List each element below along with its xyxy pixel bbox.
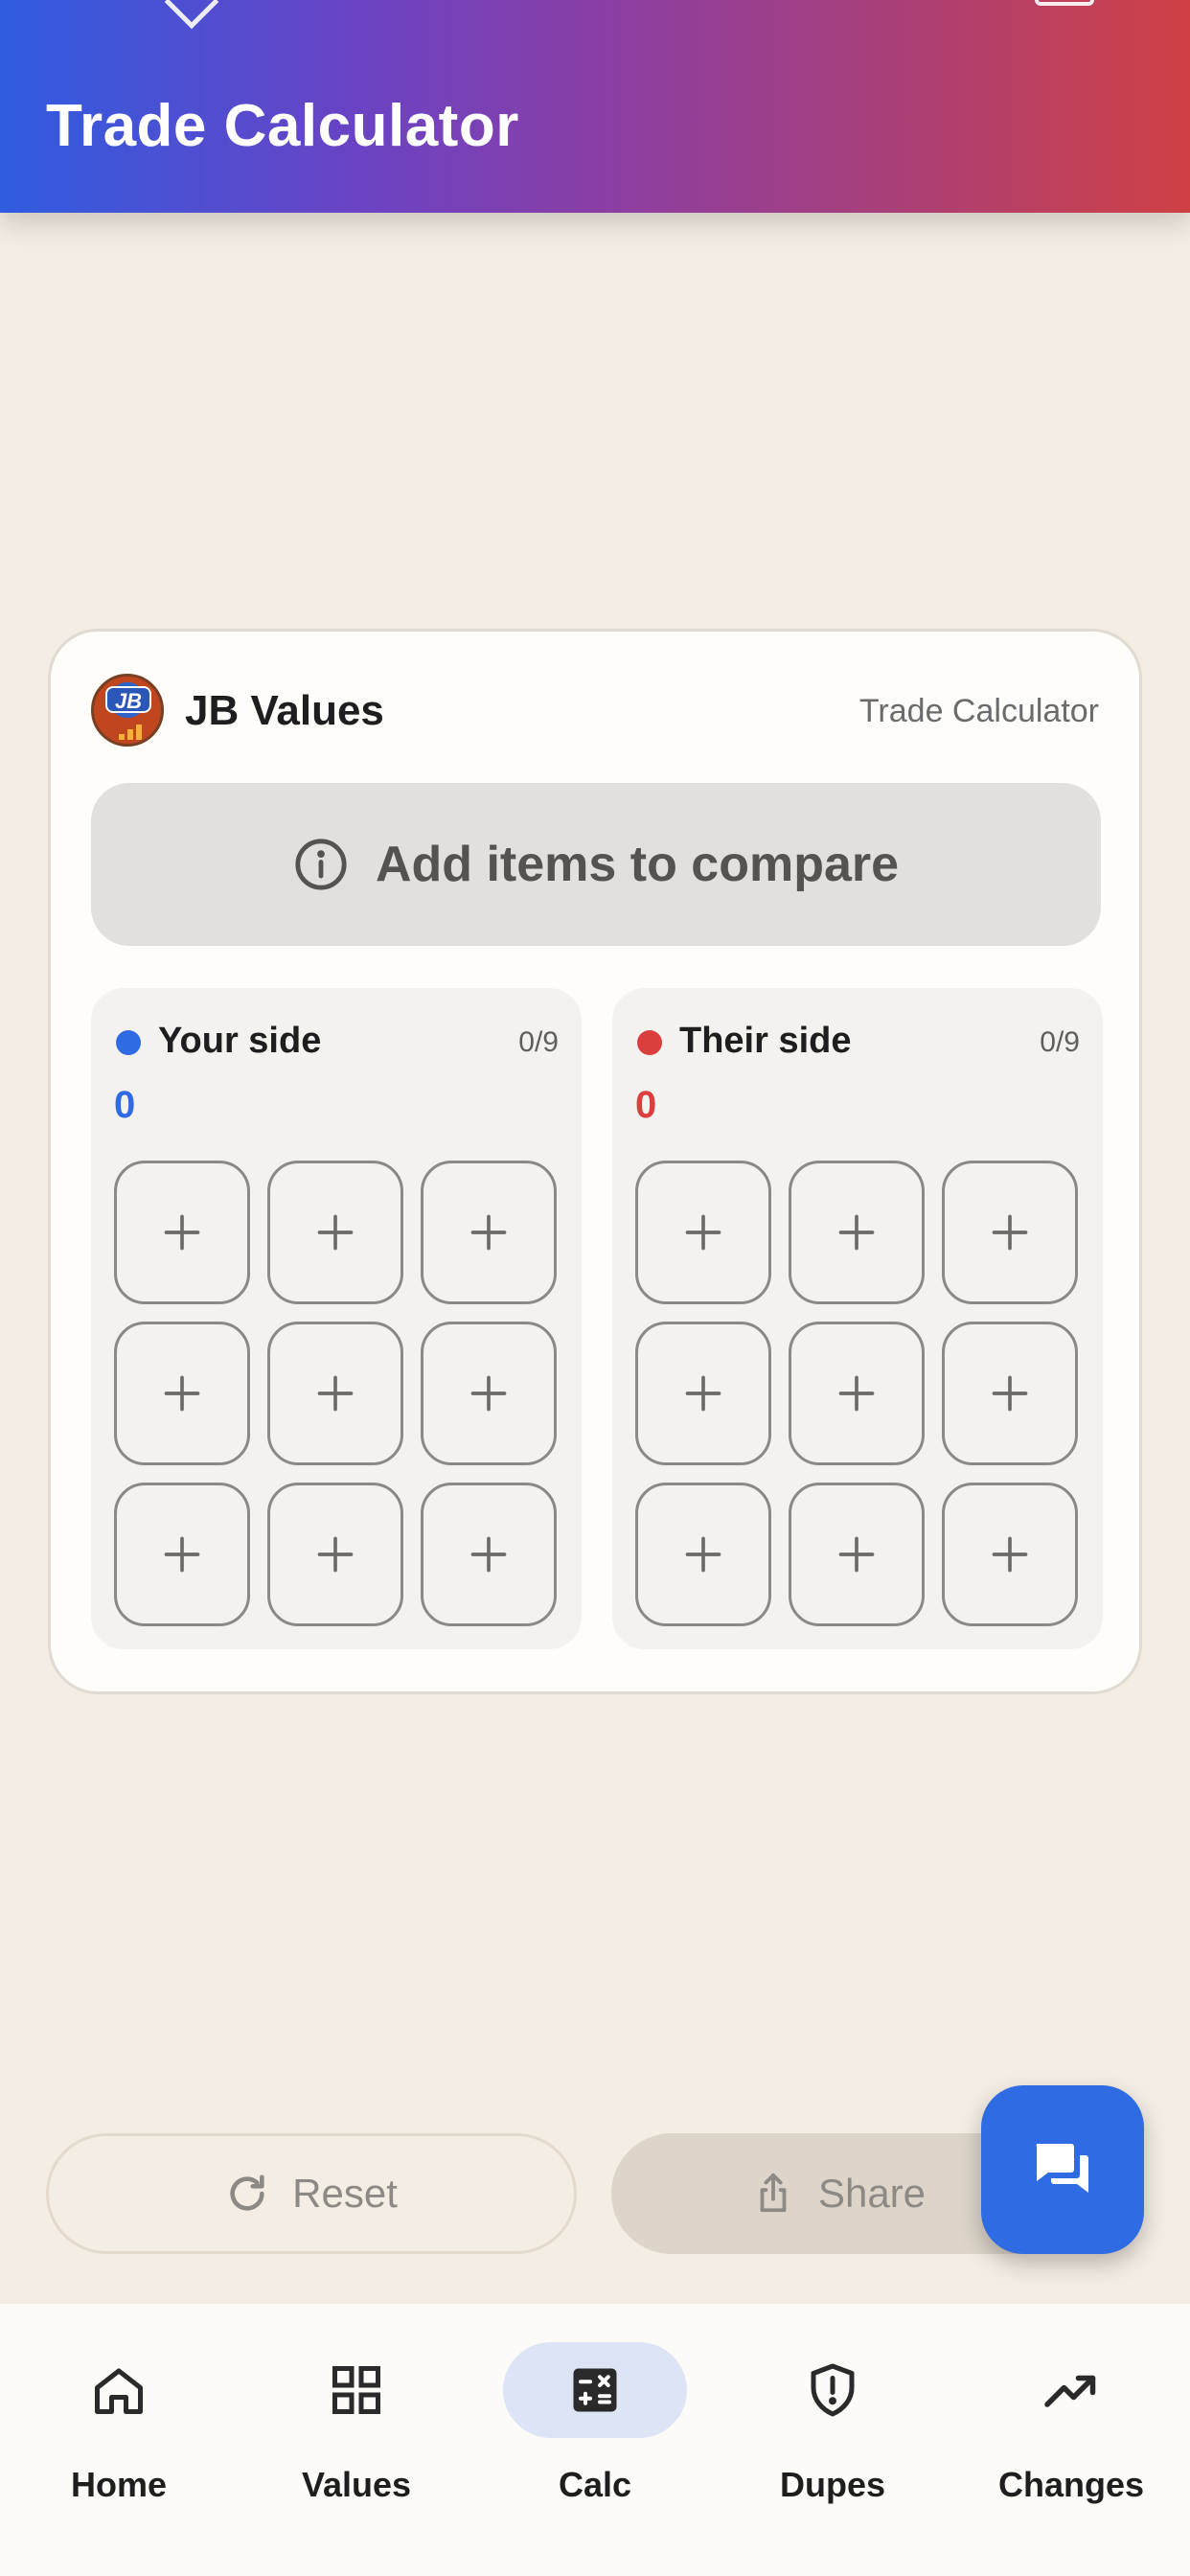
add-item-slot[interactable] <box>789 1483 925 1626</box>
plus-icon <box>685 1375 721 1412</box>
brand-name: JB Values <box>185 687 384 734</box>
status-bar-icon <box>164 0 219 30</box>
grid-icon <box>332 2366 380 2414</box>
plus-icon <box>838 1214 875 1251</box>
plus-icon <box>470 1375 507 1412</box>
reset-label: Reset <box>292 2171 398 2216</box>
compare-message: Add items to compare <box>375 837 900 892</box>
nav-label-changes: Changes <box>997 2465 1145 2504</box>
nav-item-home[interactable]: Home <box>13 2342 224 2534</box>
plus-icon <box>164 1214 200 1251</box>
add-item-slot[interactable] <box>942 1483 1078 1626</box>
nav-label-dupes: Dupes <box>779 2465 886 2504</box>
trade-calculator-screen: Trade Calculator JB JB Values Trade Calc… <box>0 0 1190 2576</box>
nav-item-dupes[interactable]: Dupes <box>727 2342 938 2534</box>
add-item-slot[interactable] <box>635 1161 771 1304</box>
add-item-slot[interactable] <box>421 1322 557 1465</box>
plus-icon <box>317 1375 354 1412</box>
add-item-slot[interactable] <box>267 1322 403 1465</box>
home-icon <box>95 2368 143 2414</box>
their-side-panel: Their side 0/9 0 <box>612 988 1103 1649</box>
nav-item-values[interactable]: Values <box>251 2342 462 2534</box>
share-icon <box>760 2173 787 2213</box>
their-side-dot-icon <box>637 1030 662 1055</box>
their-side-total: 0 <box>635 1084 657 1126</box>
add-item-slot[interactable] <box>114 1483 250 1626</box>
plus-icon <box>470 1214 507 1251</box>
add-item-slot[interactable] <box>114 1161 250 1304</box>
their-side-slots <box>635 1161 1080 1626</box>
brand-logo: JB <box>91 674 164 747</box>
your-side-count: 0/9 <box>518 1026 559 1058</box>
nav-label-calc: Calc <box>558 2465 632 2504</box>
battery-icon <box>1035 0 1094 6</box>
info-icon <box>295 839 347 890</box>
your-side-slots <box>114 1161 559 1626</box>
plus-icon <box>992 1375 1028 1412</box>
plus-icon <box>992 1214 1028 1251</box>
chat-fab-button[interactable] <box>981 2085 1144 2254</box>
your-side-total: 0 <box>114 1084 136 1126</box>
app-header: Trade Calculator <box>0 0 1190 213</box>
add-item-slot[interactable] <box>942 1322 1078 1465</box>
plus-icon <box>470 1536 507 1573</box>
add-item-slot[interactable] <box>421 1483 557 1626</box>
logo-text: JB <box>105 686 151 713</box>
card-subtitle: Trade Calculator <box>858 693 1099 729</box>
plus-icon <box>838 1536 875 1573</box>
refresh-icon <box>230 2174 264 2211</box>
reset-button[interactable]: Reset <box>46 2133 577 2254</box>
add-item-slot[interactable] <box>635 1483 771 1626</box>
plus-icon <box>164 1375 200 1412</box>
plus-icon <box>317 1536 354 1573</box>
trade-card: JB JB Values Trade Calculator Add items … <box>48 629 1142 1694</box>
plus-icon <box>992 1536 1028 1573</box>
trending-up-icon <box>1044 2375 1096 2407</box>
add-item-slot[interactable] <box>267 1483 403 1626</box>
nav-label-home: Home <box>70 2465 168 2504</box>
add-item-slot[interactable] <box>114 1322 250 1465</box>
your-side-panel: Your side 0/9 0 <box>91 988 582 1649</box>
plus-icon <box>838 1375 875 1412</box>
add-item-slot[interactable] <box>789 1322 925 1465</box>
share-label: Share <box>817 2171 927 2216</box>
plus-icon <box>317 1214 354 1251</box>
add-item-slot[interactable] <box>942 1161 1078 1304</box>
chat-icon <box>1036 2144 1088 2193</box>
bottom-navigation: Home Values Calc Dupes Changes <box>0 2304 1190 2576</box>
add-item-slot[interactable] <box>267 1161 403 1304</box>
plus-icon <box>685 1536 721 1573</box>
their-side-count: 0/9 <box>1040 1026 1080 1058</box>
nav-label-values: Values <box>301 2465 412 2504</box>
compare-status-banner: Add items to compare <box>91 783 1101 946</box>
logo-bars-icon <box>119 723 148 740</box>
add-item-slot[interactable] <box>635 1322 771 1465</box>
add-item-slot[interactable] <box>421 1161 557 1304</box>
page-title: Trade Calculator <box>46 93 519 159</box>
nav-item-calc[interactable]: Calc <box>490 2342 700 2534</box>
your-side-label: Your side <box>158 1021 322 1061</box>
calculator-icon <box>573 2368 617 2412</box>
plus-icon <box>164 1536 200 1573</box>
nav-item-changes[interactable]: Changes <box>966 2342 1177 2534</box>
their-side-label: Their side <box>679 1021 852 1061</box>
plus-icon <box>685 1214 721 1251</box>
your-side-dot-icon <box>116 1030 141 1055</box>
shield-alert-icon <box>811 2363 855 2417</box>
add-item-slot[interactable] <box>789 1161 925 1304</box>
